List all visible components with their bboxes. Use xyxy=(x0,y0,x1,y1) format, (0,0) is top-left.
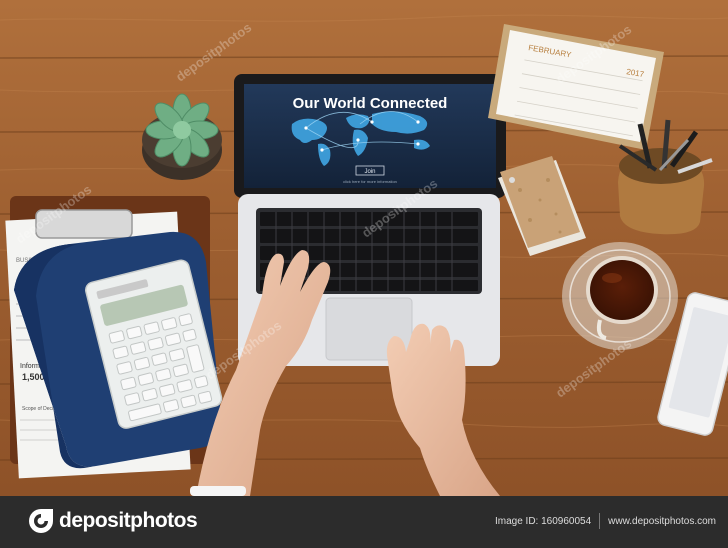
tea-cup xyxy=(562,242,678,350)
depositphotos-logo-icon xyxy=(29,509,53,533)
document-line-number: 1,500 xyxy=(22,372,45,382)
stock-footer-bar: depositphotos Image ID: 160960054 www.de… xyxy=(0,496,728,548)
image-id-label: Image ID: 160960054 xyxy=(494,515,592,527)
site-link[interactable]: www.depositphotos.com xyxy=(608,516,716,527)
depositphotos-logo[interactable]: depositphotos xyxy=(28,508,198,534)
join-button-label: Join xyxy=(364,169,375,175)
stock-photo: BUSINESS CHART FINAL Inform 1,500 Scope … xyxy=(0,0,728,496)
screen-caption: click here for more information xyxy=(343,179,397,184)
shirt-cuff xyxy=(190,486,246,496)
footer-divider xyxy=(599,513,601,529)
logo-text: depositphotos xyxy=(59,509,198,532)
footer-meta: Image ID: 160960054 www.depositphotos.co… xyxy=(495,513,716,529)
screen-headline: Our World Connected xyxy=(293,95,448,112)
document-line-inform: Inform xyxy=(20,363,40,370)
photo-scene: BUSINESS CHART FINAL Inform 1,500 Scope … xyxy=(0,0,728,496)
